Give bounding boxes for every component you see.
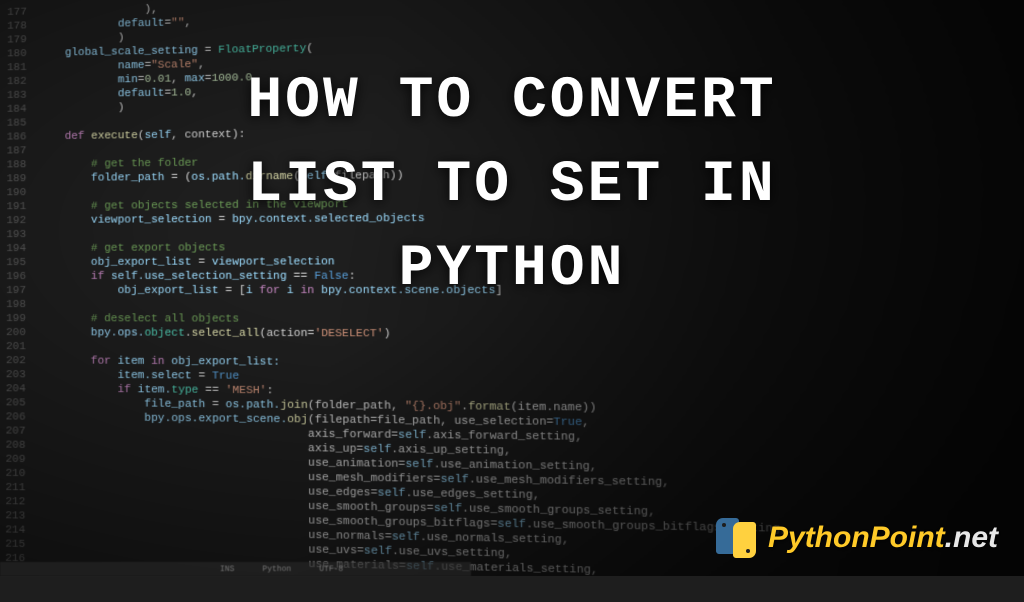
python-logo-icon <box>714 516 758 560</box>
editor-statusbar: INS Python UTF-8 <box>0 562 471 576</box>
brand-tld: .net <box>945 521 998 554</box>
title-line-3: PYTHON <box>132 228 892 312</box>
status-enc: UTF-8 <box>319 565 343 574</box>
brand-name: PythonPoint <box>768 521 945 554</box>
line-number-gutter: 177 178 179 180 181 182 183 184 185 186 … <box>0 1 39 578</box>
python-snake-yellow <box>733 522 756 558</box>
status-ins: INS <box>220 565 234 574</box>
title-line-2: LIST TO SET IN <box>132 144 892 228</box>
brand-text: PythonPoint.net <box>768 521 998 555</box>
brand-logo: PythonPoint.net <box>714 516 998 560</box>
status-lang: Python <box>262 565 291 574</box>
headline-title: HOW TO CONVERT LIST TO SET IN PYTHON <box>132 60 892 312</box>
title-line-1: HOW TO CONVERT <box>132 60 892 144</box>
